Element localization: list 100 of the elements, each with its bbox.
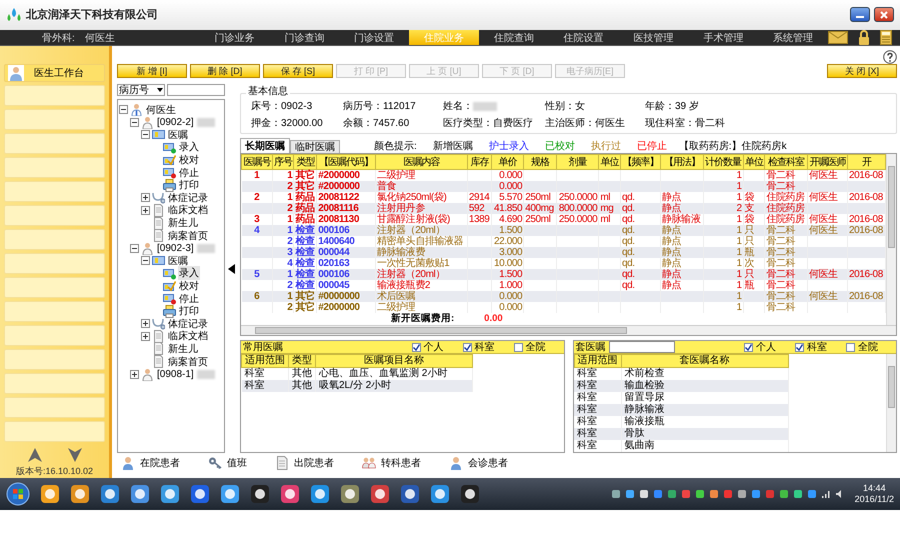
column-header[interactable]: 单位 [598,154,620,170]
tree-item[interactable]: 打印 [178,304,200,318]
collapse-icon[interactable] [119,105,128,114]
checkbox[interactable] [412,342,420,352]
collapse-icon[interactable] [141,130,150,140]
checkbox[interactable] [514,342,522,352]
column-header[interactable]: 类型 [288,354,316,368]
checkbox[interactable] [846,342,855,352]
tray-icon[interactable] [792,489,803,500]
tree-item[interactable]: 医嘱 [167,254,189,268]
menu-tab[interactable]: 住院查询 [478,30,549,46]
tree-item[interactable]: 录入 [178,140,200,154]
app-icon[interactable] [40,484,60,504]
collapse-arrow-icon[interactable] [228,264,235,274]
toolbar-button[interactable]: 保 存 [S] [263,64,333,78]
column-header[interactable]: 规格 [524,154,556,170]
app-icon[interactable] [130,484,150,504]
app-icon[interactable] [400,484,420,504]
tray-icon[interactable] [778,489,789,500]
tree-item[interactable]: 打印 [178,178,200,192]
collapse-icon[interactable] [130,118,139,127]
tree-item[interactable]: 临床文档 [167,203,209,218]
tree-item[interactable]: 临床文档 [167,329,209,344]
tree-item[interactable]: 体症记录 [167,316,209,331]
close-button[interactable]: 关 闭 [X] [827,64,897,78]
checkbox[interactable] [744,342,753,352]
app-icon[interactable] [280,484,300,504]
column-header[interactable]: 检查科室 [764,154,808,170]
tab[interactable]: 长期医嘱 [240,138,290,154]
expand-icon[interactable] [141,193,150,202]
column-header[interactable]: 序号 [272,154,294,170]
down-arrow-icon[interactable] [68,448,82,462]
tree-item[interactable]: 病案首页 [167,354,209,369]
collapse-icon[interactable] [130,244,139,253]
menu-tab[interactable]: 住院设置 [548,30,619,46]
app-icon[interactable] [70,484,90,504]
search-field[interactable] [608,341,674,354]
app-icon[interactable] [100,484,120,504]
person-icon[interactable] [121,456,135,470]
menu-tab[interactable]: 医技管理 [618,30,688,46]
tree-item[interactable]: [0902-3] [156,242,195,254]
search-field[interactable] [167,84,225,96]
menu-tab[interactable]: 门诊查询 [269,30,340,46]
sidebar-item[interactable]: 医生工作台 [4,64,105,82]
column-header[interactable]: 适用范围 [574,354,621,368]
menu-tab[interactable]: 门诊设置 [339,30,410,46]
tree-item[interactable]: 停止 [178,292,200,306]
tray-icon[interactable] [750,489,761,500]
tree-item[interactable]: 何医生 [145,102,177,117]
nav-link[interactable]: 会诊患者 [468,456,508,470]
app-icon[interactable] [370,484,390,504]
column-header[interactable]: 【频率】 [620,154,661,170]
tree-item[interactable]: 医嘱 [167,128,189,142]
document-icon[interactable] [275,456,289,470]
tree-item[interactable]: [0902-2] [156,116,195,128]
toolbar-button[interactable]: 新 增 [I] [117,64,187,78]
tree-item[interactable]: [0908-1] [156,368,195,380]
app-icon[interactable] [430,484,450,504]
menu-tab[interactable]: 门诊业务 [200,30,270,46]
start-icon[interactable] [6,482,30,506]
app-icon[interactable] [460,484,480,504]
column-header[interactable]: 套医嘱名称 [621,354,788,368]
tray-icon[interactable] [666,489,677,500]
column-header[interactable]: 类型 [294,154,317,170]
app-icon[interactable] [250,484,270,504]
checkbox[interactable] [795,342,804,352]
app-icon[interactable] [190,484,210,504]
up-arrow-icon[interactable] [28,448,42,462]
minimize-button[interactable] [850,7,870,22]
tray-icon[interactable] [806,489,817,500]
column-header[interactable]: 开嘱医师 [807,154,848,170]
app-icon[interactable] [310,484,330,504]
mail-icon[interactable] [828,31,848,44]
toolbar-button[interactable]: 删 除 [D] [190,64,260,78]
column-header[interactable]: 【医嘱代码】 [316,154,376,170]
vertical-scrollbar[interactable] [886,354,896,452]
column-header[interactable]: 单价 [492,154,524,170]
column-header[interactable]: 适用范围 [242,354,288,368]
lock-icon[interactable] [858,30,870,45]
help-icon[interactable] [883,50,897,64]
nav-link[interactable]: 出院患者 [294,456,334,470]
nav-link[interactable]: 转科患者 [381,456,421,470]
expand-icon[interactable] [141,332,150,341]
vertical-scrollbar[interactable] [886,154,896,326]
expand-icon[interactable] [130,370,139,379]
horizontal-scrollbar[interactable] [241,325,896,336]
column-header[interactable]: 单位 [743,154,765,170]
column-header[interactable]: 医嘱项目名称 [316,354,472,368]
tray-icon[interactable] [638,489,649,500]
app-icon[interactable] [160,484,180,504]
tree-item[interactable]: 停止 [178,166,200,180]
people-icon[interactable] [362,456,376,470]
nav-link[interactable]: 在院患者 [140,456,180,470]
tray-icon[interactable] [694,489,705,500]
collapse-icon[interactable] [141,256,150,266]
person-icon[interactable] [449,456,463,470]
tray-icon[interactable] [624,489,635,500]
expand-icon[interactable] [141,319,150,328]
tree-item[interactable]: 新生儿 [167,216,199,230]
signal-icon[interactable] [820,489,831,500]
